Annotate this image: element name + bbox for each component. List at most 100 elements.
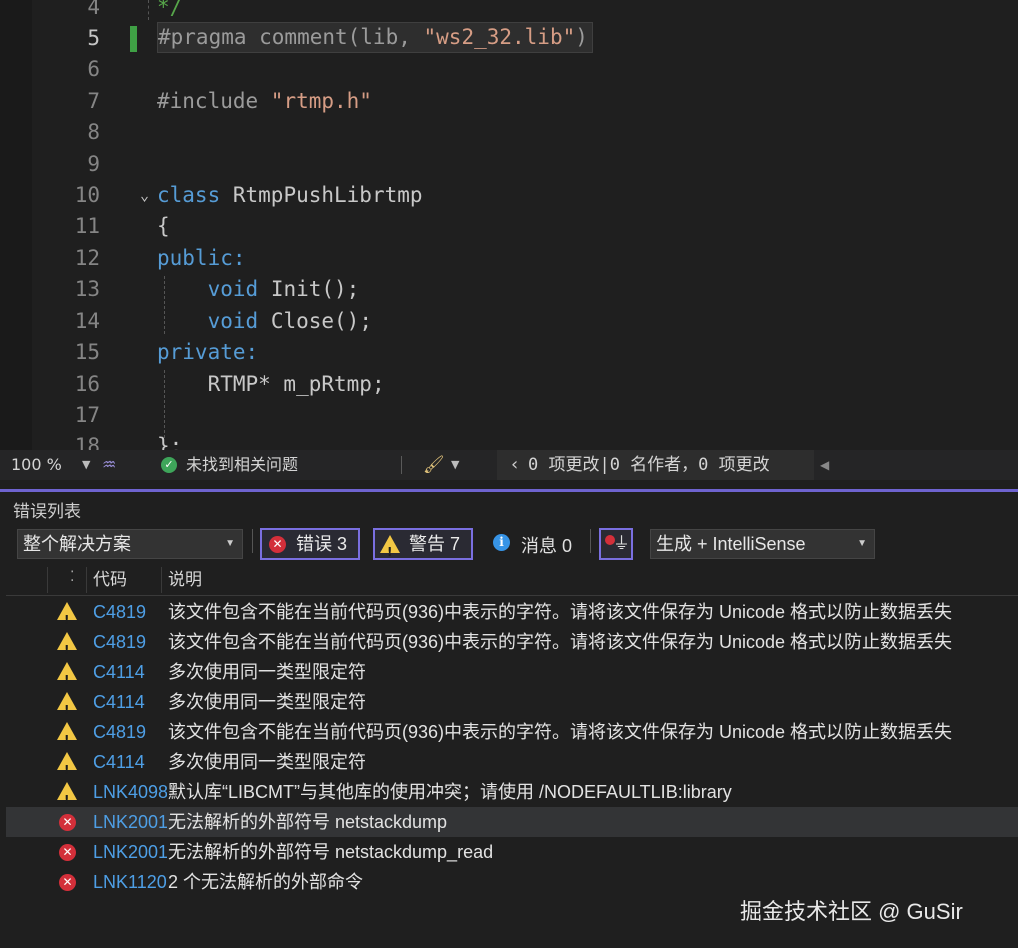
keyword-token: void xyxy=(207,277,259,301)
chevron-down-icon: ▼ xyxy=(857,538,867,549)
error-code-link[interactable]: LNK1120 xyxy=(93,867,167,897)
code-text[interactable]: public: xyxy=(157,243,246,274)
error-code-link[interactable]: C4819 xyxy=(93,597,167,627)
scope-dropdown[interactable]: 整个解决方案 ▼ xyxy=(17,529,243,559)
table-row[interactable]: ! C4114 多次使用同一类型限定符 xyxy=(6,687,1018,717)
error-code-link[interactable]: C4114 xyxy=(93,657,167,687)
column-header-description[interactable]: 说明 xyxy=(168,565,202,595)
messages-count-label: 消息 0 xyxy=(521,536,573,556)
error-code-link[interactable]: C4819 xyxy=(93,627,167,657)
warning-icon: ! xyxy=(57,782,77,807)
table-row[interactable]: ! C4114 多次使用同一类型限定符 xyxy=(6,657,1018,687)
warning-icon: ! xyxy=(57,752,77,777)
toolbar-divider xyxy=(252,529,253,553)
method-token: Init(); xyxy=(270,277,360,301)
git-changes-text[interactable]: 0 项更改|0 名作者，0 项更改 xyxy=(528,450,770,480)
code-line-current[interactable]: 5 #pragma comment(lib, "ws2_32.lib") xyxy=(0,22,1018,54)
code-text[interactable]: private: xyxy=(157,337,258,368)
error-description: 该文件包含不能在当前代码页(936)中表示的字符。请将该文件保存为 Unicod… xyxy=(168,722,953,742)
code-text[interactable]: void Init(); xyxy=(157,274,360,305)
code-line[interactable]: 11 { xyxy=(0,211,1018,242)
code-line[interactable]: 7 #include "rtmp.h" xyxy=(0,86,1018,117)
warning-icon: ! xyxy=(380,535,400,559)
column-divider xyxy=(47,567,48,593)
line-number: 11 xyxy=(74,214,100,238)
build-source-value: 生成 + IntelliSense xyxy=(656,534,806,554)
errors-filter-button[interactable]: ✕ 错误 3 xyxy=(260,528,360,560)
code-editor[interactable]: 4 */ 5 #pragma comment(lib, "ws2_32.lib"… xyxy=(0,0,1018,450)
code-cleanup-brush-icon[interactable]: 🖌 xyxy=(423,450,445,480)
line-number: 9 xyxy=(87,152,100,176)
panel-title[interactable]: 错误列表 xyxy=(13,497,81,522)
code-text-highlighted[interactable]: #pragma comment(lib, "ws2_32.lib") xyxy=(157,22,593,53)
code-text[interactable]: RTMP* m_pRtmp; xyxy=(157,369,385,400)
error-list-panel: 错误列表 整个解决方案 ▼ ✕ 错误 3 ! 警告 7 i 消息 0 ⏚ 生成 … xyxy=(6,492,1018,948)
table-row[interactable]: ! C4114 多次使用同一类型限定符 xyxy=(6,747,1018,777)
error-description: 该文件包含不能在当前代码页(936)中表示的字符。请将该文件保存为 Unicod… xyxy=(168,602,953,622)
code-line[interactable]: 8 xyxy=(0,117,1018,148)
error-code-link[interactable]: LNK2001 xyxy=(93,807,167,837)
code-line[interactable]: 9 xyxy=(0,149,1018,180)
preprocessor-token: #include xyxy=(157,89,271,113)
error-code-link[interactable]: C4114 xyxy=(93,747,167,777)
code-text[interactable]: #include "rtmp.h" xyxy=(157,86,372,117)
column-divider xyxy=(161,567,162,593)
column-header-code[interactable]: 代码 xyxy=(93,565,127,595)
error-code-link[interactable]: C4819 xyxy=(93,717,167,747)
code-line[interactable]: 10 ⌄ class RtmpPushLibrtmp xyxy=(0,180,1018,211)
error-code-link[interactable]: LNK2001 xyxy=(93,837,167,867)
error-code-link[interactable]: LNK4098 xyxy=(93,777,167,807)
code-line[interactable]: 18 }; xyxy=(0,431,1018,450)
messages-filter-button[interactable]: i 消息 0 xyxy=(485,532,581,556)
table-row[interactable]: ✕ LNK2001 无法解析的外部符号 netstackdump_read xyxy=(6,837,1018,867)
table-row[interactable]: ! C4819 该文件包含不能在当前代码页(936)中表示的字符。请将该文件保存… xyxy=(6,717,1018,747)
build-source-dropdown[interactable]: 生成 + IntelliSense ▼ xyxy=(650,529,875,559)
errors-count-label: 错误 3 xyxy=(296,534,348,554)
code-text[interactable]: }; xyxy=(157,431,182,450)
warnings-count-label: 警告 7 xyxy=(409,534,461,554)
chevron-down-icon: ▼ xyxy=(225,538,235,549)
code-text[interactable]: class RtmpPushLibrtmp xyxy=(157,180,423,211)
chevron-down-icon[interactable]: ▼ xyxy=(82,450,90,480)
code-line[interactable]: 4 */ xyxy=(0,0,1018,23)
error-code-link[interactable]: C4114 xyxy=(93,687,167,717)
sort-grip-icon[interactable]: ⁚ xyxy=(70,561,74,591)
filter-button[interactable]: ⏚ xyxy=(599,528,633,560)
toolbar-divider xyxy=(590,529,591,553)
code-line[interactable]: 6 xyxy=(0,54,1018,85)
table-row[interactable]: ! C4819 该文件包含不能在当前代码页(936)中表示的字符。请将该文件保存… xyxy=(6,597,1018,627)
table-row[interactable]: ! LNK4098 默认库“LIBCMT”与其他库的使用冲突；请使用 /NODE… xyxy=(6,777,1018,807)
watermark-text: 掘金技术社区 @ GuSir xyxy=(740,899,963,924)
error-icon: ✕ xyxy=(269,536,286,553)
chevron-down-icon[interactable]: ▼ xyxy=(451,450,459,480)
warnings-filter-button[interactable]: ! 警告 7 xyxy=(373,528,473,560)
table-row[interactable]: ✕ LNK1120 2 个无法解析的外部命令 xyxy=(6,867,1018,897)
scroll-left-icon[interactable]: ◀ xyxy=(820,450,829,480)
preprocessor-token: ) xyxy=(575,25,588,49)
table-row[interactable]: ! C4819 该文件包含不能在当前代码页(936)中表示的字符。请将该文件保存… xyxy=(6,627,1018,657)
code-text[interactable]: */ xyxy=(157,0,182,23)
fold-chevron-icon[interactable]: ⌄ xyxy=(140,180,156,211)
intellicode-icon[interactable]: ♒ xyxy=(102,450,116,480)
line-number: 5 xyxy=(87,26,100,50)
editor-status-bar: 100 % ▼ ♒ ✓ 未找到相关问题 🖌 ▼ ‹ 0 项更改|0 名作者，0 … xyxy=(0,450,1018,480)
status-divider xyxy=(401,456,402,474)
warning-icon: ! xyxy=(57,632,77,657)
code-line[interactable]: 12 public: xyxy=(0,243,1018,274)
chevron-left-icon[interactable]: ‹ xyxy=(511,450,518,480)
zoom-level[interactable]: 100 % xyxy=(11,450,62,480)
code-line[interactable]: 14 void Close(); xyxy=(0,306,1018,337)
table-row-selected[interactable]: ✕ LNK2001 无法解析的外部符号 netstackdump xyxy=(6,807,1018,837)
code-text[interactable]: { xyxy=(157,211,170,242)
code-line[interactable]: 15 private: xyxy=(0,337,1018,368)
code-line[interactable]: 13 void Init(); xyxy=(0,274,1018,305)
line-number: 10 xyxy=(74,183,100,207)
class-name-token: RtmpPushLibrtmp xyxy=(232,183,423,207)
code-line[interactable]: 16 RTMP* m_pRtmp; xyxy=(0,369,1018,400)
column-header-row: ⁚ 代码 说明 xyxy=(6,565,1018,596)
error-icon: ✕ xyxy=(59,844,76,861)
code-line[interactable]: 17 xyxy=(0,400,1018,431)
code-text[interactable]: void Close(); xyxy=(157,306,372,337)
access-specifier-token: private: xyxy=(157,340,259,364)
health-status-text[interactable]: 未找到相关问题 xyxy=(186,450,298,480)
